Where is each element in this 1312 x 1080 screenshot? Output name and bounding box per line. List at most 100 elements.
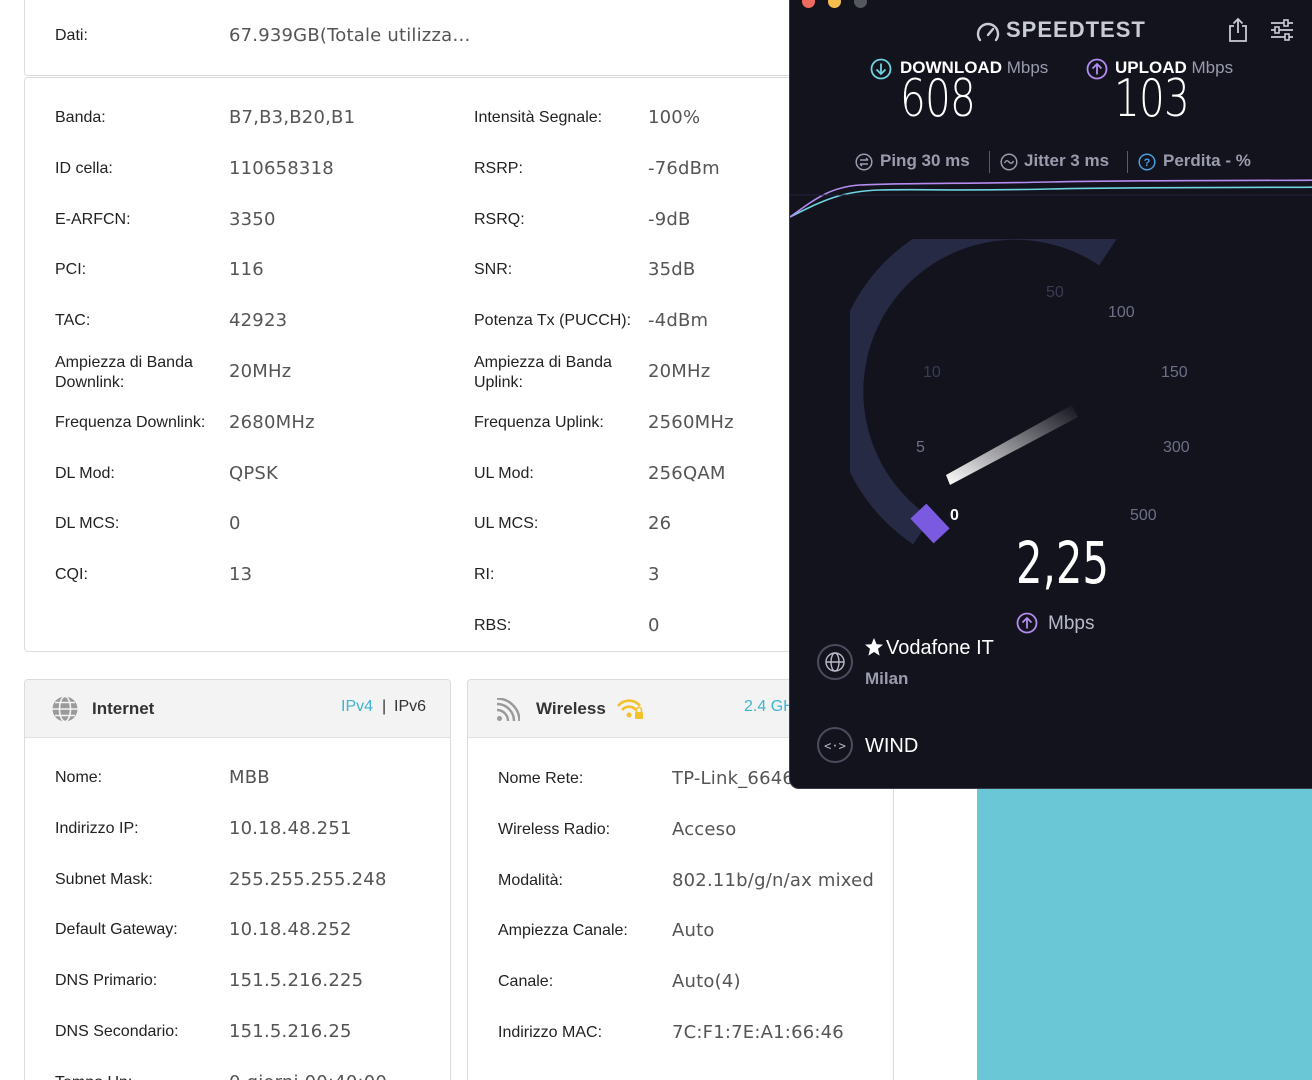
internet-row-label: DNS Secondario: [55, 1023, 179, 1040]
lte-right-row-label: Potenza Tx (PUCCH): [474, 312, 632, 330]
internet-row-label: Nome: [55, 769, 103, 786]
speedtest-window: SPEEDTEST DOWNLOAD Mbps 608 UPLOAD Mbps … [789, 0, 1312, 789]
lte-left-row-label: DL Mod: [55, 464, 115, 482]
globe-icon [817, 644, 853, 680]
gauge-label-300: 300 [1163, 439, 1190, 456]
upload-arrow-icon [1016, 612, 1038, 634]
provider-name: Vodafone IT [886, 637, 994, 659]
lte-right-row-label: Frequenza Uplink: [474, 413, 604, 431]
metric-separator [989, 151, 990, 173]
wireless-row-value: Acceso [672, 818, 737, 840]
lte-right-row-value: 26 [648, 513, 672, 535]
gauge-label-150: 150 [1161, 364, 1188, 381]
wireless-row-label: Nome Rete: [498, 770, 584, 787]
data-usage-panel: Dati: 67.939GB(Totale utilizza… [24, 0, 824, 76]
speed-history-graph [790, 179, 1312, 218]
server-host-name[interactable]: WIND [865, 735, 918, 758]
lte-right-row-value: 0 [648, 615, 660, 636]
lte-details-panel: Banda: B7,B3,B20,B1 ID cella: 110658318 E-AR… [24, 77, 824, 652]
svg-text:?: ? [1144, 157, 1151, 169]
wifi-signal-icon [496, 698, 520, 722]
internet-card-title: Internet [92, 699, 155, 718]
ipv6-tab[interactable]: IPv6 [394, 698, 426, 716]
gauge-label-50: 50 [1046, 284, 1064, 301]
internet-row-value: MBB [229, 767, 270, 788]
lte-left-row-value: 110658318 [229, 157, 334, 179]
wireless-row-label: Modalità: [498, 871, 563, 889]
lte-right-row-label: UL MCS: [474, 515, 539, 533]
current-speed-unit: Mbps [1048, 613, 1095, 634]
lte-right-row-label: RI: [474, 566, 495, 584]
lte-right-row-label: SNR: [474, 261, 513, 279]
lte-right-row-value: 100% [648, 107, 701, 128]
lte-left-row-label: CQI: [55, 566, 88, 584]
server-icon[interactable]: <·> [817, 727, 853, 763]
lte-right-row-label: RSRQ: [474, 210, 525, 228]
internet-row-value: 255.255.255.248 [229, 868, 387, 890]
wifi-locked-icon [616, 699, 643, 719]
download-unit: Mbps [1006, 58, 1049, 77]
wireless-row-value: Auto [672, 920, 715, 942]
window-zoom-button[interactable] [854, 0, 867, 8]
internet-row-label: Default Gateway: [55, 921, 178, 939]
lte-left-row-value: 42923 [229, 310, 288, 332]
speedtest-title: SPEEDTEST [1006, 17, 1146, 42]
svg-text:<·>: <·> [824, 739, 846, 753]
internet-row-label: DNS Primario: [55, 972, 158, 990]
internet-row-label: Indirizzo IP: [55, 819, 139, 837]
wireless-row-value: TP-Link_6646 [672, 768, 795, 789]
star-icon[interactable] [864, 637, 884, 657]
packet-loss-icon[interactable]: ? [1138, 153, 1156, 171]
lte-left-row-label: ID cella: [55, 159, 113, 177]
internet-row-value: 10.18.48.251 [229, 817, 352, 839]
lte-right-row-label: Intensità Segnale: [474, 109, 603, 126]
internet-row-value: 151.5.216.225 [229, 970, 364, 992]
wireless-row-label: Ampiezza Canale: [498, 922, 628, 940]
page-background-accent [977, 780, 1312, 1080]
download-arrow-icon [870, 58, 892, 80]
lte-left-row-label: PCI: [55, 261, 87, 279]
lte-left-row-value: 116 [229, 259, 264, 281]
speedtest-logo-icon [976, 22, 1000, 42]
lte-right-row-label: RBS: [474, 617, 512, 634]
ip-separator: | [382, 698, 387, 715]
lte-left-row-value: 13 [229, 564, 253, 586]
window-close-button[interactable] [802, 0, 815, 8]
internet-card-header: Internet IPv4 | IPv6 [25, 680, 450, 738]
wireless-row-value: 802.11b/g/n/ax mixed [672, 869, 874, 891]
download-value: 608 [900, 69, 976, 129]
wireless-row-label: Indirizzo MAC: [498, 1024, 603, 1041]
lte-left-row-value: QPSK [229, 462, 279, 484]
lte-left-row-label: Frequenza Downlink: [55, 413, 206, 431]
speed-gauge [850, 239, 1117, 545]
lte-right-row-value: 3 [648, 564, 660, 586]
settings-sliders-icon[interactable] [1270, 19, 1294, 41]
wireless-row-value: Auto(4) [672, 971, 741, 993]
lte-right-row-value: -4dBm [648, 310, 709, 332]
share-icon[interactable] [1227, 17, 1249, 43]
dati-label: Dati: [55, 27, 88, 44]
metric-separator [1127, 151, 1128, 173]
window-minimize-button[interactable] [828, 0, 841, 8]
lte-right-row-label: RSRP: [474, 159, 523, 177]
gauge-label-100: 100 [1108, 304, 1135, 321]
lte-left-row-label: TAC: [55, 312, 91, 330]
current-speed-value: 2,25 [1016, 529, 1109, 597]
lte-left-row-value: B7,B3,B20,B1 [229, 107, 356, 128]
internet-row-value: 151.5.216.25 [229, 1021, 352, 1042]
ping-icon [855, 153, 873, 171]
lte-left-row-label: E-ARFCN: [55, 210, 131, 228]
lte-right-row-label: Ampiezza di Banda Uplink: [474, 354, 612, 391]
ipv4-tab[interactable]: IPv4 [341, 698, 373, 716]
wireless-row-value: 7C:F1:7E:A1:66:46 [672, 1022, 844, 1043]
gauge-label-10: 10 [923, 364, 941, 381]
ping-value: Ping 30 ms [880, 151, 970, 170]
lte-left-row-label: Ampiezza di Banda Downlink: [55, 354, 193, 391]
lte-left-row-value: 0 [229, 513, 241, 535]
jitter-value: Jitter 3 ms [1024, 151, 1110, 170]
wireless-row-label: Canale: [498, 973, 554, 991]
jitter-icon [1000, 153, 1018, 171]
upload-unit: Mbps [1191, 58, 1234, 77]
wireless-card-title: Wireless [536, 699, 606, 718]
internet-row-label: Subnet Mask: [55, 870, 153, 888]
